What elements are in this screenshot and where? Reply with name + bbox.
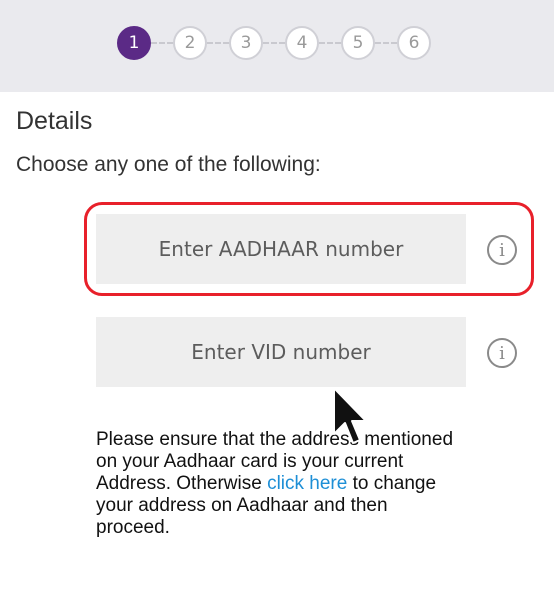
step-connector <box>375 42 397 44</box>
step-5[interactable]: 5 <box>341 26 375 60</box>
step-connector <box>207 42 229 44</box>
address-notice: Please ensure that the address mentioned… <box>96 429 466 539</box>
step-6[interactable]: 6 <box>397 26 431 60</box>
stepper-bar: 1 2 3 4 5 6 <box>0 0 554 92</box>
info-circle-icon[interactable]: i <box>487 235 517 265</box>
vid-number-input[interactable] <box>96 317 466 387</box>
step-connector <box>263 42 285 44</box>
step-indicator: 1 2 3 4 5 6 <box>117 26 431 60</box>
mouse-pointer-icon <box>333 387 367 444</box>
step-2[interactable]: 2 <box>173 26 207 60</box>
step-3[interactable]: 3 <box>229 26 263 60</box>
step-1[interactable]: 1 <box>117 26 151 60</box>
section-title: Details <box>16 107 93 135</box>
instruction-text: Choose any one of the following: <box>16 153 321 176</box>
step-connector <box>151 42 173 44</box>
step-connector <box>319 42 341 44</box>
change-address-link[interactable]: click here <box>267 473 347 494</box>
step-4[interactable]: 4 <box>285 26 319 60</box>
info-circle-icon[interactable]: i <box>487 338 517 368</box>
aadhaar-number-input[interactable] <box>96 214 466 284</box>
aadhaar-details-page: 1 2 3 4 5 6 Details Choose any one of th… <box>0 0 554 594</box>
